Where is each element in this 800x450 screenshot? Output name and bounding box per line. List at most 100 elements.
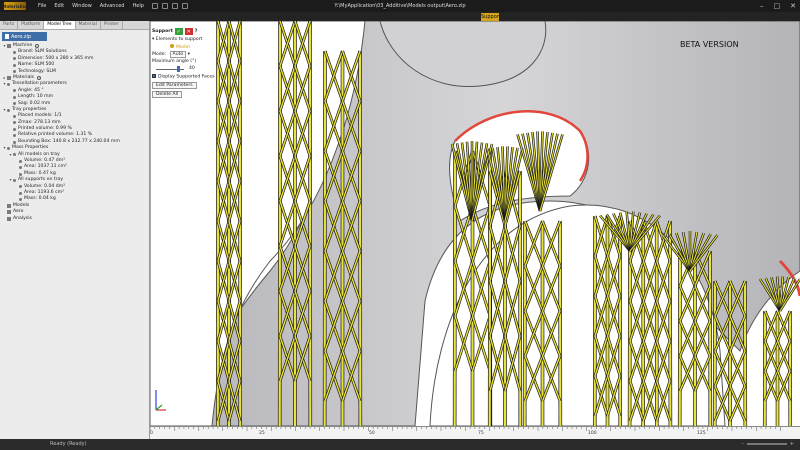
folder-icon	[7, 203, 11, 208]
quick-access-toolbar	[151, 3, 188, 9]
property-icon	[19, 159, 22, 163]
tree-item-label: Analysis	[13, 215, 32, 221]
tree-item[interactable]: Analysis	[0, 216, 149, 222]
ruler-label: 125	[697, 431, 706, 436]
delete-all-button[interactable]: Delete All	[152, 90, 183, 98]
property-icon	[13, 121, 16, 125]
tab-printer[interactable]: Printer	[101, 21, 123, 29]
property-icon	[13, 127, 16, 131]
window-controls: – □ ✕	[760, 2, 796, 10]
ruler-label: 25	[259, 431, 265, 436]
model-selector[interactable]: Model	[170, 44, 214, 50]
max-angle-label: Maximum angle (°)	[152, 59, 197, 64]
ruler-label: 50	[369, 431, 375, 436]
max-angle-slider[interactable]: 40	[156, 66, 196, 72]
property-icon	[7, 83, 10, 87]
minimize-button[interactable]: –	[760, 2, 764, 10]
property-icon	[19, 172, 22, 176]
zoom-control[interactable]: – +	[741, 441, 794, 447]
mode-row: Mode: Auto ▾	[152, 51, 214, 58]
zoom-in-icon[interactable]: +	[790, 441, 794, 447]
ribbon-strip: Support	[0, 12, 800, 21]
chevron-down-icon[interactable]: ▾	[186, 52, 190, 57]
tab-platform[interactable]: Platform	[18, 21, 45, 29]
display-faces-row[interactable]: Display Supported Faces	[152, 74, 215, 80]
display-faces-label: Display Supported Faces	[158, 74, 215, 80]
property-icon	[13, 178, 16, 182]
property-icon	[13, 140, 16, 144]
folder-icon	[7, 44, 11, 49]
title-bar: Materialise File Edit Window Advanced He…	[0, 0, 800, 12]
menu-edit[interactable]: Edit	[54, 3, 64, 9]
property-icon	[19, 198, 22, 202]
elements-label: Elements to support	[155, 37, 203, 42]
property-icon	[19, 166, 22, 170]
elements-to-support[interactable]: ▾ Elements to support	[152, 37, 214, 42]
tab-model-tree[interactable]: Model Tree	[44, 21, 76, 29]
panel-title: Support	[152, 29, 173, 34]
ok-button[interactable]: ✓	[174, 28, 183, 35]
property-icon	[19, 191, 22, 195]
slider-knob[interactable]	[177, 66, 180, 72]
sidebar: Parts Platform Model Tree Material Print…	[0, 21, 150, 439]
panel-header: Support ✓ ✕ ?	[152, 28, 214, 35]
folder-icon	[7, 210, 11, 215]
max-angle-value: 40	[189, 66, 195, 71]
file-tab[interactable]: Aero.zip	[2, 32, 47, 41]
property-icon	[13, 114, 16, 118]
zoom-slider[interactable]	[746, 443, 787, 445]
file-icon	[5, 34, 9, 39]
new-icon[interactable]	[151, 3, 158, 9]
menu-advanced[interactable]: Advanced	[100, 3, 125, 9]
menu-help[interactable]: Help	[132, 3, 143, 9]
beta-badge: BETA VERSION	[680, 40, 739, 49]
display-faces-checkbox[interactable]	[152, 74, 156, 78]
folder-icon	[7, 76, 11, 81]
property-icon	[13, 70, 16, 74]
model-icon	[170, 44, 174, 48]
tab-parts[interactable]: Parts	[0, 21, 19, 29]
axis-triad	[155, 390, 166, 411]
undo-icon[interactable]	[181, 3, 188, 9]
close-button[interactable]: ✕	[790, 2, 796, 10]
property-icon	[13, 134, 16, 138]
property-icon	[7, 146, 10, 150]
mode-label: Mode:	[152, 52, 167, 57]
status-text: Ready (Ready)	[50, 441, 87, 447]
property-icon	[13, 51, 16, 55]
edit-parameters-button[interactable]: Edit Parameters	[152, 81, 197, 89]
save-icon[interactable]	[171, 3, 178, 9]
property-icon	[13, 95, 16, 99]
support-panel: Support ✓ ✕ ? ▾ Elements to support Mode…	[152, 28, 215, 103]
property-icon	[19, 185, 22, 189]
context-tab-support[interactable]: Support	[481, 13, 501, 21]
property-icon	[13, 63, 16, 67]
3d-viewport[interactable]	[150, 21, 800, 426]
model-tree: ▾ Machine Brand: SLM Solutions Dimension: 5…	[0, 43, 149, 222]
ruler-label: 75	[478, 431, 484, 436]
support-scene[interactable]	[150, 21, 800, 426]
property-icon	[13, 89, 16, 93]
gear-icon[interactable]	[35, 44, 40, 49]
menu-window[interactable]: Window	[72, 3, 92, 9]
zoom-out-icon[interactable]: –	[741, 441, 744, 447]
mode-select[interactable]: Auto	[169, 51, 187, 58]
ruler-label: 0	[150, 431, 153, 436]
property-icon	[7, 108, 10, 112]
file-tab-label: Aero.zip	[11, 33, 32, 40]
open-icon[interactable]	[161, 3, 168, 9]
cancel-button[interactable]: ✕	[184, 28, 193, 35]
ruler-label: 100	[588, 431, 597, 436]
menu-bar: File Edit Window Advanced Help	[38, 3, 144, 9]
tab-material[interactable]: Material	[76, 21, 101, 29]
property-icon	[13, 153, 16, 157]
status-bar: Ready (Ready) – +	[0, 439, 800, 450]
gear-icon[interactable]	[37, 76, 42, 81]
help-icon[interactable]: ?	[195, 29, 198, 34]
maximize-button[interactable]: □	[774, 2, 781, 10]
menu-file[interactable]: File	[38, 3, 46, 9]
folder-icon	[7, 216, 11, 221]
model-label: Model	[176, 45, 190, 50]
property-icon	[13, 57, 16, 61]
y-axis	[155, 404, 163, 411]
